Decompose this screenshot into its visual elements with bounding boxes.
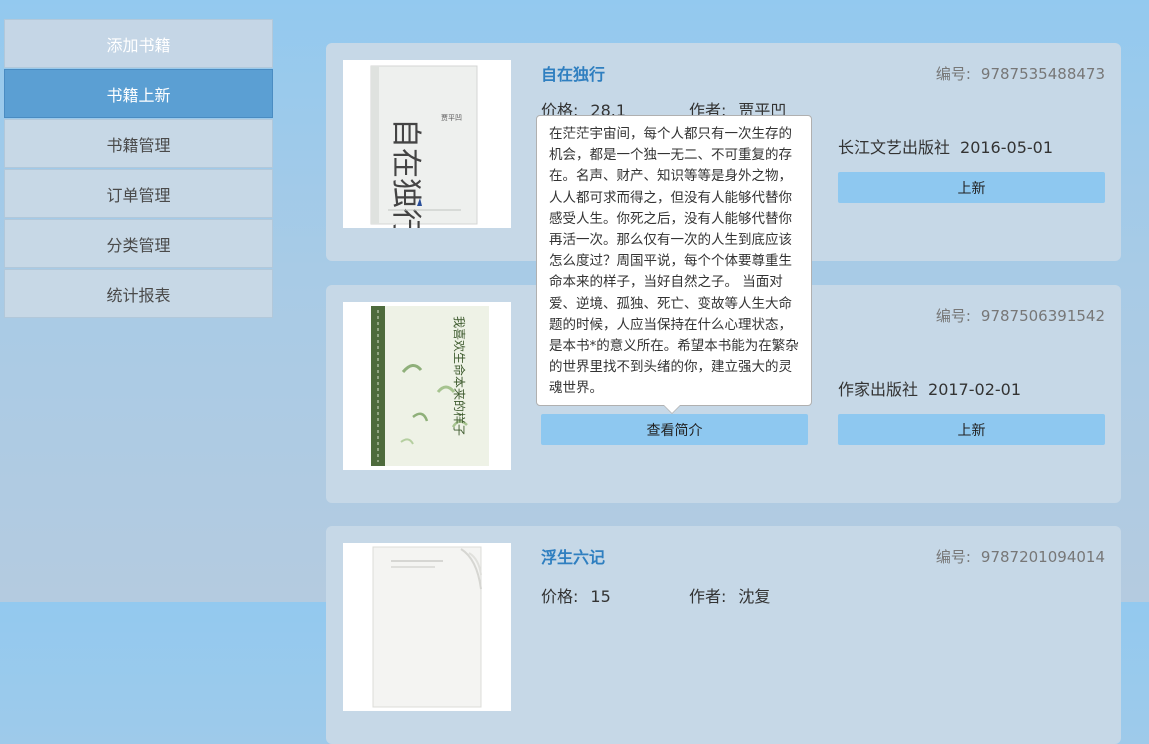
sidebar-item-order-management[interactable]: 订单管理 <box>4 169 273 218</box>
sidebar-item-label: 分类管理 <box>106 235 171 255</box>
cover-title-text: 我喜欢生命本来的样子 <box>452 316 467 436</box>
publish-button[interactable]: 上新 <box>838 414 1105 445</box>
book-publisher: 作家出版社 2017-02-01 <box>838 376 1021 400</box>
publish-date: 2017-02-01 <box>928 380 1021 399</box>
book-cover-image: 我喜欢生命本来的样子 <box>343 302 511 470</box>
publisher-name: 长江文艺出版社 <box>838 138 951 157</box>
book-author: 作者: 沈复 <box>689 583 770 607</box>
book-card: 浮生六记 编号: 9787201094014 价格: 15 作者: 沈复 <box>326 526 1121 744</box>
cover-title-text: 自在独行 <box>388 118 423 228</box>
sidebar-item-new-books[interactable]: 书籍上新 <box>4 69 273 118</box>
book-cover-image <box>343 543 511 711</box>
book-isbn: 编号: 9787201094014 <box>936 546 1105 567</box>
publish-date: 2016-05-01 <box>960 138 1053 157</box>
view-intro-button[interactable]: 查看简介 <box>541 414 808 445</box>
publisher-name: 作家出版社 <box>838 380 919 399</box>
book-isbn: 编号: 9787506391542 <box>936 305 1105 326</box>
isbn-value: 9787506391542 <box>980 307 1105 325</box>
sidebar-nav: 添加书籍 书籍上新 书籍管理 订单管理 分类管理 统计报表 <box>4 19 273 319</box>
isbn-label: 编号: <box>935 548 971 566</box>
book-isbn: 编号: 9787535488473 <box>936 63 1105 84</box>
book-cover-art: 自在独行 贾平凹 <box>343 60 511 228</box>
cover-author-text: 贾平凹 <box>441 114 462 122</box>
book-price: 价格: 15 <box>541 583 611 607</box>
author-value: 沈复 <box>738 587 771 606</box>
tooltip-text: 在茫茫宇宙间，每个人都只有一次生存的机会，都是一个独一无二、不可重复的存在。名声… <box>549 126 799 397</box>
sidebar-item-label: 书籍管理 <box>106 135 171 155</box>
isbn-value: 9787535488473 <box>980 65 1105 83</box>
book-publisher: 长江文艺出版社 2016-05-01 <box>838 134 1053 158</box>
sidebar-item-category-management[interactable]: 分类管理 <box>4 219 273 268</box>
sidebar-item-add-book[interactable]: 添加书籍 <box>4 19 273 68</box>
book-cover-image: 自在独行 贾平凹 <box>343 60 511 228</box>
price-value: 15 <box>590 587 611 606</box>
author-label: 作者: <box>689 587 727 606</box>
publish-button[interactable]: 上新 <box>838 172 1105 203</box>
sidebar-item-label: 书籍上新 <box>106 85 171 105</box>
sidebar-item-label: 订单管理 <box>106 185 171 205</box>
book-cover-art <box>343 543 511 711</box>
tooltip-arrow <box>664 405 680 413</box>
isbn-label: 编号: <box>935 307 971 325</box>
price-label: 价格: <box>541 587 579 606</box>
sidebar-item-label: 添加书籍 <box>106 35 171 55</box>
book-title[interactable]: 浮生六记 <box>541 544 605 568</box>
book-title[interactable]: 自在独行 <box>541 61 605 85</box>
sidebar-item-book-management[interactable]: 书籍管理 <box>4 119 273 168</box>
isbn-label: 编号: <box>935 65 971 83</box>
sidebar-item-label: 统计报表 <box>106 285 171 305</box>
sidebar-item-statistics-report[interactable]: 统计报表 <box>4 269 273 318</box>
book-intro-tooltip: 在茫茫宇宙间，每个人都只有一次生存的机会，都是一个独一无二、不可重复的存在。名声… <box>536 115 812 406</box>
isbn-value: 9787201094014 <box>980 548 1105 566</box>
book-cover-art: 我喜欢生命本来的样子 <box>343 302 511 470</box>
